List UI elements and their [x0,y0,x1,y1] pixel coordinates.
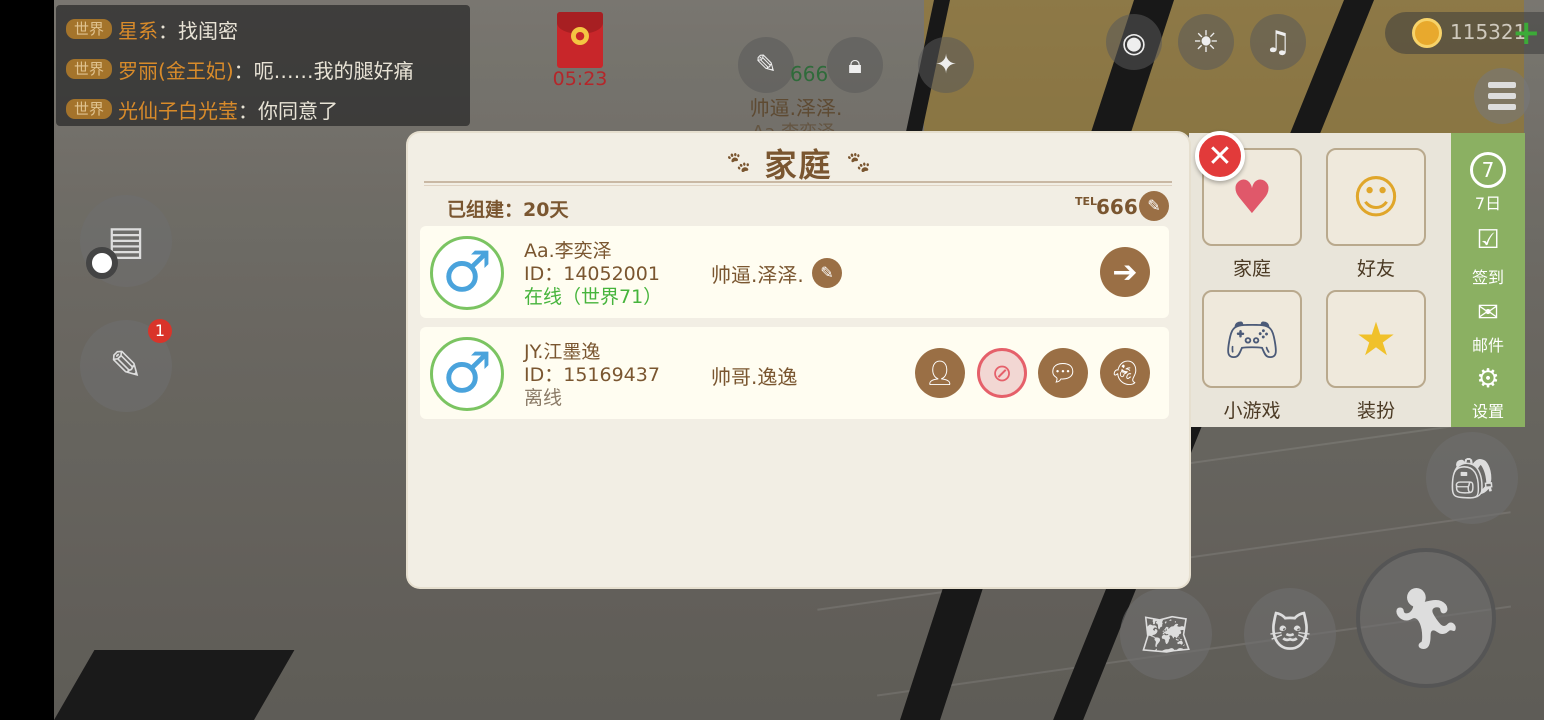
backpack-button[interactable]: 🎒︎ [1426,432,1518,524]
chat-text: ：你同意了 [238,98,339,123]
close-icon: ✕ [1207,138,1233,174]
notebook-icon: ✎ [109,343,143,389]
divider [424,181,1172,183]
male-avatar-icon[interactable]: ♂ [430,236,504,310]
add-coins-button[interactable]: + [1512,16,1541,50]
edit-nickname-icon[interactable]: ✎ [812,258,842,288]
arrow-right-icon: ➔ [1112,254,1138,290]
chat-channel-tag: 世界 [66,99,113,119]
family-age-label: 已组建：20天 [447,199,569,221]
checkin-label: 签到 [1471,268,1504,287]
paw-coin-icon [1412,18,1442,48]
notification-badge: 1 [148,319,172,343]
jump-action-button[interactable]: 🏃︎ [1356,548,1496,688]
male-avatar-icon[interactable]: ♂ [430,337,504,411]
member-nickname: 帅哥.逸逸 [711,365,798,389]
dressup-tile[interactable]: ★ [1326,290,1426,388]
chat-channel-tag: 世界 [66,59,113,79]
brightness-icon[interactable]: ☀ [1178,14,1234,70]
divider [424,185,1172,186]
map-button[interactable]: 🗺︎ [1120,588,1212,680]
family-member-row: ♂ Aa.李奕泽 ID：14052001 在线（世界71） 帅逼.泽泽. ✎ ➔ [420,226,1169,318]
menu-line [1488,93,1516,99]
mail-icon[interactable]: ✉ [1470,298,1506,328]
member-status: 离线 [524,387,563,409]
house-number: 666 [790,62,829,86]
friends-tile[interactable]: ☺ [1326,148,1426,246]
edit-tel-icon[interactable]: ✎ [1139,191,1169,221]
dialog-header: 🐾︎ 家庭 🐾︎ [408,143,1189,184]
backpack-icon: 🎒︎ [1446,455,1498,502]
chat-button[interactable]: 💬︎ [1038,348,1088,398]
heart-icon: ♥ [1231,170,1273,224]
menu-list-button[interactable] [1474,68,1530,124]
pet-button[interactable]: 🐱︎ [1244,588,1336,680]
chat-sender: 罗丽(金王妃) [118,58,234,83]
paw-icon: 🐾︎ [724,150,753,176]
minigame-tile-label: 小游戏 [1223,400,1281,422]
ghost-button[interactable]: 👻︎ [1100,348,1150,398]
joystick-knob[interactable] [86,247,118,279]
chat-text: ：找闺密 [158,18,239,43]
red-packet-icon[interactable]: ● [557,12,603,68]
chat-sender: 光仙子白光莹 [118,98,239,123]
house-sign-icon[interactable]: ✎ [738,37,794,93]
chat-channel-tag: 世界 [66,19,113,39]
jumping-figure-icon: 🏃︎ [1387,583,1465,654]
ghost-icon: 👻︎ [1109,359,1141,387]
gear-icon[interactable]: ⚙ [1470,364,1506,394]
minigame-tile[interactable]: 🎮︎ [1202,290,1302,388]
family-tile-label: 家庭 [1232,258,1271,280]
world-chat-box[interactable]: 世界 星系 ：找闺密 世界 罗丽(金王妃) ：呃……我的腿好痛 世界 光仙子白光… [56,5,470,126]
go-to-member-button[interactable]: ➔ [1100,247,1150,297]
cat-icon: 🐱︎ [1269,611,1311,657]
block-pet-button[interactable]: ⊘ [977,348,1027,398]
chat-bubble-icon: 💬︎ [1047,359,1079,387]
gamepad-icon: 🎮︎ [1222,311,1282,366]
friends-icon: ☺ [1352,170,1400,224]
wand-icon: ★ [1355,312,1397,366]
mail-label: 邮件 [1471,336,1504,355]
menu-line [1488,82,1516,88]
chat-message: 世界 罗丽(金王妃) ：呃……我的腿好痛 [66,49,460,89]
seven-day-label: 7日 [1474,194,1502,213]
checkin-icon[interactable]: ☑ [1470,225,1506,255]
house-owner-name: 帅逼.泽泽. [749,96,843,120]
chat-message: 世界 光仙子白光莹 ：你同意了 [66,89,460,129]
friends-tile-label: 好友 [1356,258,1395,280]
close-dialog-button[interactable]: ✕ [1195,131,1245,181]
fireworks-icon[interactable]: ✦ [918,37,974,93]
red-packet-timer: 05:23 [552,68,608,90]
paw-icon: 🐾︎ [844,150,873,176]
family-member-row: ♂ JY.江墨逸 ID：15169437 离线 帅哥.逸逸 👤︎ ⊘ 💬︎ 👻︎ [420,327,1169,419]
member-status: 在线（世界71） [524,286,663,308]
chat-sender: 星系 [118,18,159,43]
paw-coin-icon: ● [571,27,589,45]
seven-day-icon[interactable]: 7 [1470,152,1506,188]
menu-line [1488,104,1516,110]
user-profile-icon: 👤︎ [924,359,956,387]
tel-label: TEL [1075,195,1098,208]
family-dialog: 🐾︎ 家庭 🐾︎ 已组建：20天 TEL 666 ✎ 👥︎ ♂ Aa.李奕泽 I… [408,133,1189,587]
camera-icon[interactable]: ◉ [1106,14,1162,70]
map-icon: 🗺︎ [1140,611,1192,658]
dialog-title: 家庭 [764,146,833,184]
family-tel-number: 666 [1096,195,1138,219]
member-nickname: 帅逼.泽泽. [711,263,804,287]
chat-message: 世界 星系 ：找闺密 [66,9,460,49]
lock-icon[interactable]: 🔒︎ [827,37,883,93]
settings-label: 设置 [1471,402,1504,421]
no-paw-icon: ⊘ [991,359,1013,387]
member-profile-button[interactable]: 👤︎ [915,348,965,398]
music-icon[interactable]: ♫ [1250,14,1306,70]
chat-text: ：呃……我的腿好痛 [233,58,414,83]
dressup-tile-label: 装扮 [1356,400,1395,422]
